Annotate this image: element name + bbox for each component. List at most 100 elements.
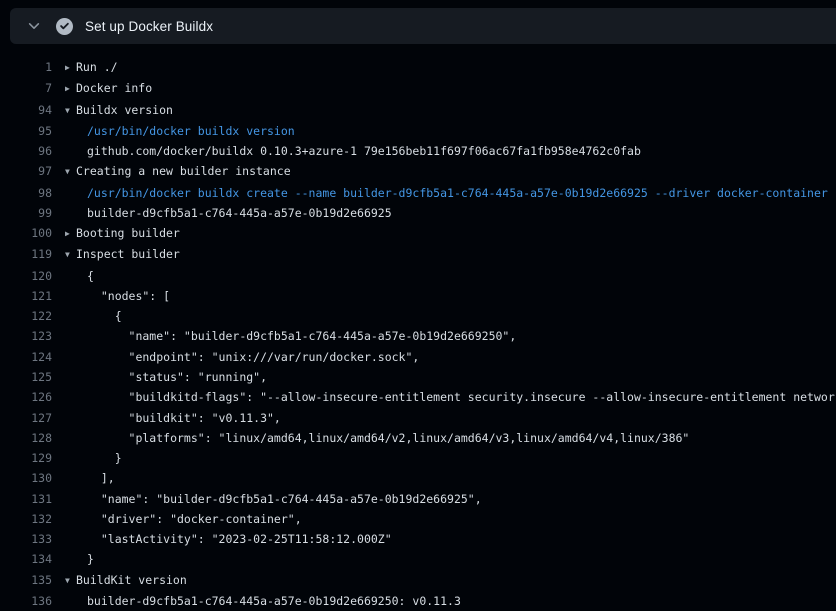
triangle-down-icon[interactable]: ▼ — [65, 101, 76, 121]
log-line: 133 "lastActivity": "2023-02-25T11:58:12… — [0, 529, 836, 549]
log-output: /usr/bin/docker buildx create --name bui… — [52, 183, 828, 203]
log-line: 134} — [0, 549, 836, 569]
line-number[interactable]: 95 — [0, 121, 52, 141]
log-line: 123 "name": "builder-d9cfb5a1-c764-445a-… — [0, 326, 836, 346]
line-number[interactable]: 100 — [0, 223, 52, 244]
triangle-down-icon[interactable]: ▼ — [65, 162, 76, 182]
log-output: /usr/bin/docker buildx version — [52, 121, 295, 141]
log-line: 99 builder-d9cfb5a1-c764-445a-a57e-0b19d2… — [0, 203, 836, 223]
log-output: "driver": "docker-container", — [52, 509, 302, 529]
log-text: } — [87, 451, 122, 465]
log-output: } — [52, 448, 122, 468]
log-text: /usr/bin/docker buildx version — [87, 124, 295, 138]
log-text: "status": "running", — [87, 370, 267, 384]
check-circle-icon — [56, 18, 73, 35]
log-output: github.com/docker/buildx 0.10.3+azure-1 … — [52, 141, 641, 161]
log-line: 122 { — [0, 306, 836, 326]
log-text: "endpoint": "unix:///var/run/docker.sock… — [87, 350, 419, 364]
line-number[interactable]: 94 — [0, 100, 52, 121]
log-line: 130 ], — [0, 468, 836, 488]
log-output: "lastActivity": "2023-02-25T11:58:12.000… — [52, 529, 392, 549]
triangle-down-icon[interactable]: ▼ — [65, 571, 76, 591]
line-number[interactable]: 121 — [0, 286, 52, 306]
log-text: { — [87, 269, 94, 283]
log-line: 126 "buildkitd-flags": "--allow-insecure… — [0, 387, 836, 407]
log-container: 1▶Run ./7▶Docker info94▼Buildx version95… — [0, 57, 836, 611]
line-number[interactable]: 7 — [0, 78, 52, 99]
log-line: 1▶Run ./ — [0, 57, 836, 78]
log-text: "driver": "docker-container", — [87, 512, 302, 526]
log-line: 94▼Buildx version — [0, 100, 836, 121]
log-group-header[interactable]: ▶Run ./ — [52, 57, 118, 78]
line-number[interactable]: 99 — [0, 203, 52, 223]
log-group-header[interactable]: ▼Creating a new builder instance — [52, 161, 291, 182]
triangle-down-icon[interactable]: ▼ — [65, 245, 76, 265]
log-line: 131 "name": "builder-d9cfb5a1-c764-445a-… — [0, 489, 836, 509]
line-number[interactable]: 130 — [0, 468, 52, 488]
log-text: Creating a new builder instance — [76, 164, 291, 178]
line-number[interactable]: 123 — [0, 326, 52, 346]
log-text: "buildkit": "v0.11.3", — [87, 411, 281, 425]
log-text: Buildx version — [76, 103, 173, 117]
line-number[interactable]: 120 — [0, 266, 52, 286]
triangle-right-icon[interactable]: ▶ — [65, 79, 76, 99]
log-text: Booting builder — [76, 226, 180, 240]
log-line: 97▼Creating a new builder instance — [0, 161, 836, 182]
triangle-right-icon[interactable]: ▶ — [65, 224, 76, 244]
line-number[interactable]: 131 — [0, 489, 52, 509]
log-group-header[interactable]: ▼Buildx version — [52, 100, 173, 121]
log-group-header[interactable]: ▶Docker info — [52, 78, 152, 99]
line-number[interactable]: 128 — [0, 428, 52, 448]
line-number[interactable]: 98 — [0, 183, 52, 203]
log-output: ], — [52, 468, 115, 488]
log-line: 124 "endpoint": "unix:///var/run/docker.… — [0, 347, 836, 367]
line-number[interactable]: 124 — [0, 347, 52, 367]
step-header[interactable]: Set up Docker Buildx — [10, 8, 836, 44]
log-text: ], — [87, 471, 115, 485]
line-number[interactable]: 122 — [0, 306, 52, 326]
log-output: "platforms": "linux/amd64,linux/amd64/v2… — [52, 428, 689, 448]
log-line: 129 } — [0, 448, 836, 468]
line-number[interactable]: 97 — [0, 161, 52, 182]
line-number[interactable]: 135 — [0, 570, 52, 591]
log-text: BuildKit version — [76, 573, 187, 587]
line-number[interactable]: 134 — [0, 549, 52, 569]
log-line: 95/usr/bin/docker buildx version — [0, 121, 836, 141]
log-output: } — [52, 549, 94, 569]
log-line: 125 "status": "running", — [0, 367, 836, 387]
log-text: Inspect builder — [76, 247, 180, 261]
line-number[interactable]: 136 — [0, 591, 52, 611]
log-text: "nodes": [ — [87, 289, 170, 303]
line-number[interactable]: 133 — [0, 529, 52, 549]
line-number[interactable]: 129 — [0, 448, 52, 468]
log-text: builder-d9cfb5a1-c764-445a-a57e-0b19d2e6… — [87, 206, 392, 220]
log-group-header[interactable]: ▶Booting builder — [52, 223, 180, 244]
line-number[interactable]: 1 — [0, 57, 52, 78]
log-line: 121 "nodes": [ — [0, 286, 836, 306]
log-line: 96github.com/docker/buildx 0.10.3+azure-… — [0, 141, 836, 161]
triangle-right-icon[interactable]: ▶ — [65, 58, 76, 78]
line-number[interactable]: 132 — [0, 509, 52, 529]
line-number[interactable]: 96 — [0, 141, 52, 161]
log-line: 136builder-d9cfb5a1-c764-445a-a57e-0b19d… — [0, 591, 836, 611]
log-group-header[interactable]: ▼BuildKit version — [52, 570, 187, 591]
chevron-down-icon[interactable] — [23, 15, 45, 37]
log-text: Docker info — [76, 81, 152, 95]
log-line: 128 "platforms": "linux/amd64,linux/amd6… — [0, 428, 836, 448]
log-output: builder-d9cfb5a1-c764-445a-a57e-0b19d2e6… — [52, 203, 392, 223]
log-line: 127 "buildkit": "v0.11.3", — [0, 408, 836, 428]
line-number[interactable]: 119 — [0, 244, 52, 265]
log-text: Run ./ — [76, 60, 118, 74]
log-output: builder-d9cfb5a1-c764-445a-a57e-0b19d2e6… — [52, 591, 461, 611]
log-output: { — [52, 306, 122, 326]
step-title: Set up Docker Buildx — [85, 19, 213, 34]
log-line: 100▶Booting builder — [0, 223, 836, 244]
log-output: { — [52, 266, 94, 286]
log-text: "lastActivity": "2023-02-25T11:58:12.000… — [87, 532, 392, 546]
line-number[interactable]: 125 — [0, 367, 52, 387]
line-number[interactable]: 127 — [0, 408, 52, 428]
log-group-header[interactable]: ▼Inspect builder — [52, 244, 180, 265]
log-output: "buildkitd-flags": "--allow-insecure-ent… — [52, 387, 835, 407]
line-number[interactable]: 126 — [0, 387, 52, 407]
log-text: /usr/bin/docker buildx create --name bui… — [87, 186, 828, 200]
